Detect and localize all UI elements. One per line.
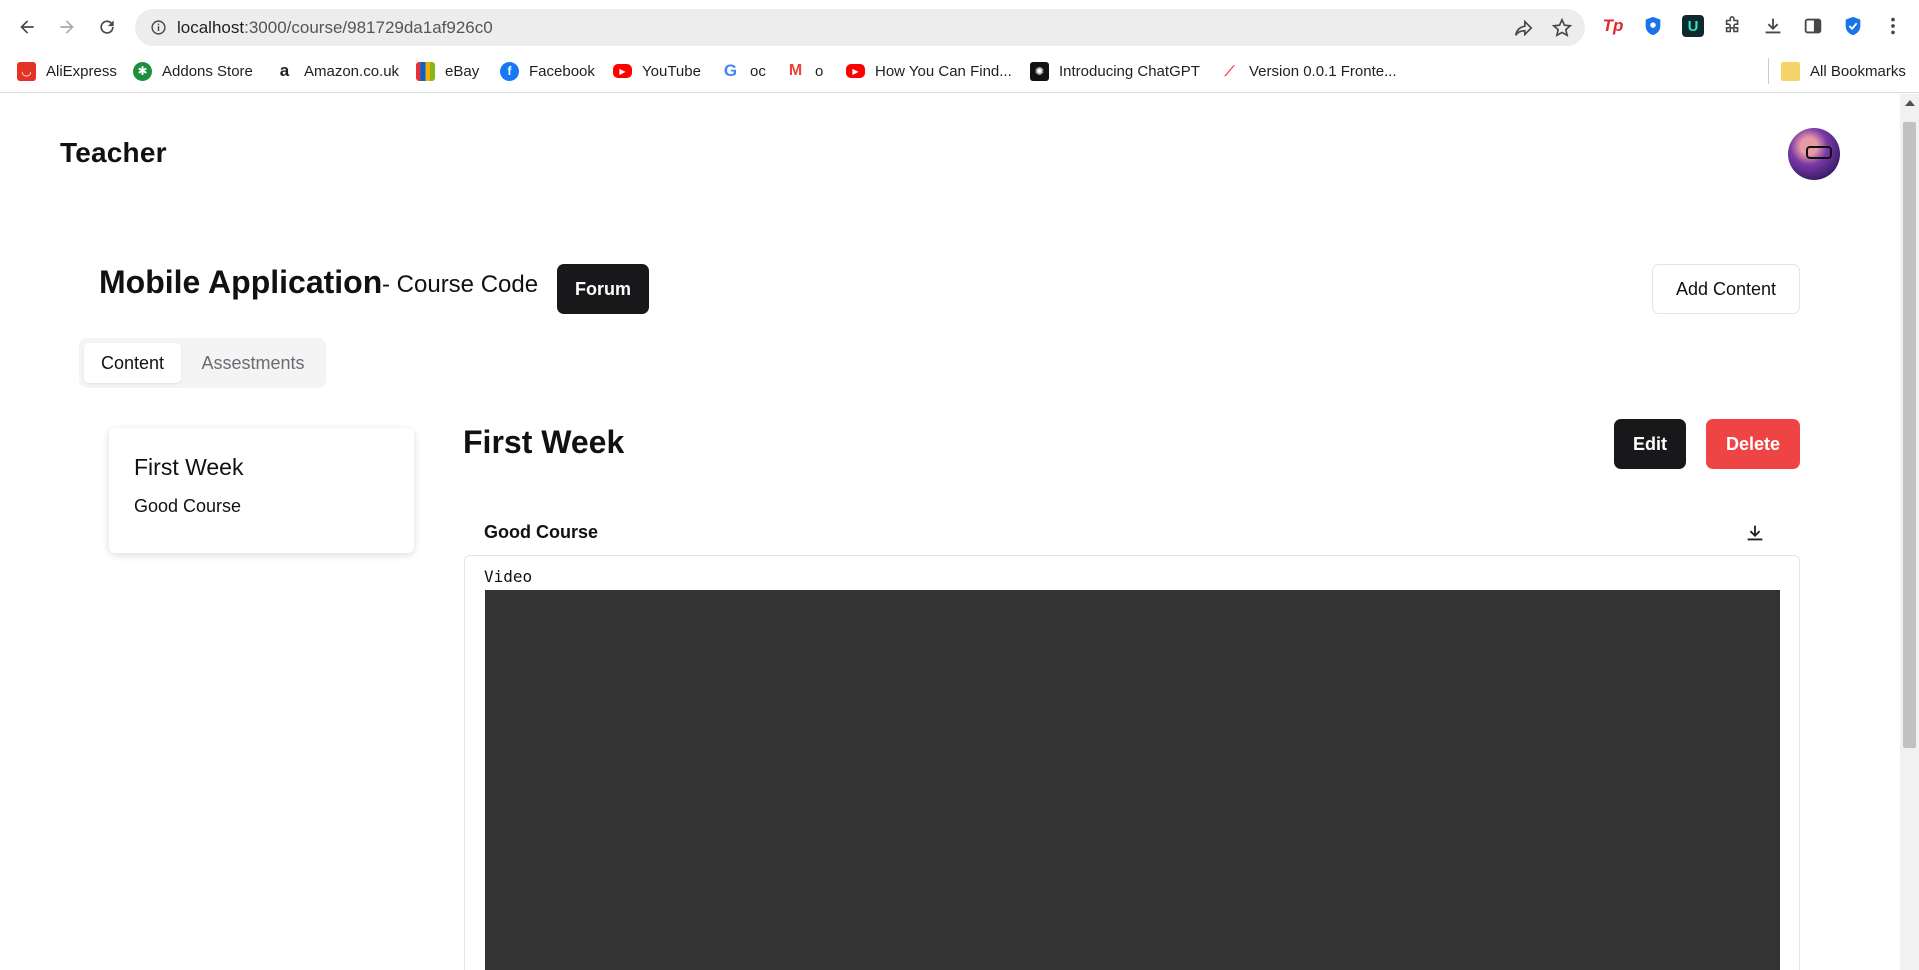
reload-icon	[100, 20, 114, 34]
bookmark-label: Facebook	[529, 62, 595, 80]
browser-toolbar: localhost:3000/course/981729da1af926c0 T…	[0, 0, 1919, 54]
download-icon[interactable]	[1761, 14, 1785, 38]
bookmark-youtube-video[interactable]: ▶ How You Can Find...	[846, 58, 1012, 84]
scroll-thumb[interactable]	[1903, 122, 1916, 748]
forum-button[interactable]: Forum	[557, 264, 649, 314]
bookmarks-bar: ◡ AliExpress ✱ Addons Store a Amazon.co.uk …	[0, 56, 1919, 86]
bitwarden-icon[interactable]	[1641, 14, 1665, 38]
bookmark-youtube[interactable]: ▶ YouTube	[613, 58, 701, 84]
browser-chrome: localhost:3000/course/981729da1af926c0 T…	[0, 0, 1919, 93]
aliexpress-icon: ◡	[17, 61, 36, 81]
tab-assestments[interactable]: Assestments	[185, 343, 321, 383]
week-card-subtitle: Good Course	[134, 496, 242, 516]
forward-button[interactable]	[53, 13, 81, 41]
tab-content[interactable]: Content	[84, 343, 181, 383]
bookmark-chatgpt[interactable]: ✺ Introducing ChatGPT	[1030, 58, 1200, 84]
edit-button[interactable]: Edit	[1614, 419, 1686, 469]
back-button[interactable]	[13, 13, 41, 41]
bookmark-amazon[interactable]: a Amazon.co.uk	[275, 58, 399, 84]
reload-button[interactable]	[93, 13, 121, 41]
bookmark-label: Addons Store	[162, 62, 253, 80]
bookmark-label: How You Can Find...	[875, 62, 1012, 80]
bookmark-monday[interactable]: ⟋ Version 0.0.1 Fronte...	[1220, 58, 1397, 84]
puzzle-icon[interactable]	[1721, 14, 1745, 38]
facebook-icon: f	[500, 61, 519, 81]
bookmark-label: Version 0.0.1 Fronte...	[1249, 62, 1397, 80]
bookmark-label: YouTube	[642, 62, 701, 80]
tp-extension-icon[interactable]: Tp	[1601, 14, 1625, 38]
tab-list: Content Assestments	[79, 338, 326, 388]
info-icon[interactable]	[150, 19, 167, 36]
shield-check-icon[interactable]	[1841, 14, 1865, 38]
bookmark-label: eBay	[445, 62, 480, 80]
bookmark-label: Amazon.co.uk	[304, 62, 400, 80]
section-title: First Week	[463, 424, 625, 460]
page-scrollbar[interactable]	[1900, 94, 1919, 970]
week-card[interactable]: First Week Good Course	[109, 428, 414, 553]
bookmark-label: Introducing ChatGPT	[1059, 62, 1200, 80]
u-extension-icon[interactable]: U	[1681, 14, 1705, 38]
side-panel-icon[interactable]	[1801, 14, 1825, 38]
week-card-title: First Week	[134, 454, 244, 480]
media-type-label: Video	[484, 567, 533, 586]
url-host: localhost	[177, 18, 245, 37]
add-content-button[interactable]: Add Content	[1652, 264, 1800, 314]
bookmark-facebook[interactable]: f Facebook	[500, 58, 595, 84]
arrow-left-icon	[20, 20, 34, 34]
url-text[interactable]: localhost:3000/course/981729da1af926c0	[177, 18, 493, 38]
scroll-up-arrow-icon[interactable]	[1905, 100, 1915, 106]
bookmark-addons-store[interactable]: ✱ Addons Store	[133, 58, 253, 84]
ebay-icon	[416, 61, 435, 81]
avatar[interactable]	[1788, 128, 1840, 180]
url-path: :3000/course/981729da1af926c0	[244, 18, 493, 37]
content-item-title: Good Course	[484, 522, 599, 542]
amazon-icon: a	[279, 61, 290, 80]
bookmark-gmail[interactable]: Mo	[786, 58, 824, 84]
bookmark-label: oc	[750, 62, 766, 80]
page: Teacher Mobile Application - Course Code…	[0, 94, 1900, 970]
bookmark-aliexpress[interactable]: ◡ AliExpress	[17, 58, 117, 84]
youtube-icon: ▶	[613, 64, 632, 78]
brand-title: Teacher	[60, 137, 167, 168]
monday-icon: ⟋	[1224, 62, 1235, 79]
bookmark-google-oc[interactable]: Goc	[721, 58, 766, 84]
gmail-icon: M	[788, 62, 803, 79]
delete-button[interactable]: Delete	[1706, 419, 1800, 469]
course-code: - Course Code	[382, 271, 539, 298]
all-bookmarks[interactable]: All Bookmarks	[1768, 58, 1906, 84]
star-icon[interactable]	[1551, 17, 1573, 39]
addons-store-icon: ✱	[133, 61, 152, 81]
youtube-icon: ▶	[846, 64, 865, 78]
menu-kebab-icon[interactable]	[1881, 14, 1905, 38]
course-title: Mobile Application	[99, 264, 383, 300]
all-bookmarks-label: All Bookmarks	[1810, 62, 1906, 80]
folder-icon	[1781, 61, 1800, 81]
download-icon[interactable]	[1744, 522, 1766, 544]
address-bar[interactable]: localhost:3000/course/981729da1af926c0	[135, 9, 1585, 46]
arrow-right-icon	[60, 20, 74, 34]
video-player[interactable]	[485, 590, 1780, 970]
share-icon[interactable]	[1512, 17, 1534, 39]
bookmark-label: o	[815, 62, 824, 80]
bookmark-label: AliExpress	[46, 62, 117, 80]
chatgpt-icon: ✺	[1030, 61, 1049, 81]
bookmark-ebay[interactable]: eBay	[416, 58, 479, 84]
google-icon: G	[723, 61, 738, 80]
